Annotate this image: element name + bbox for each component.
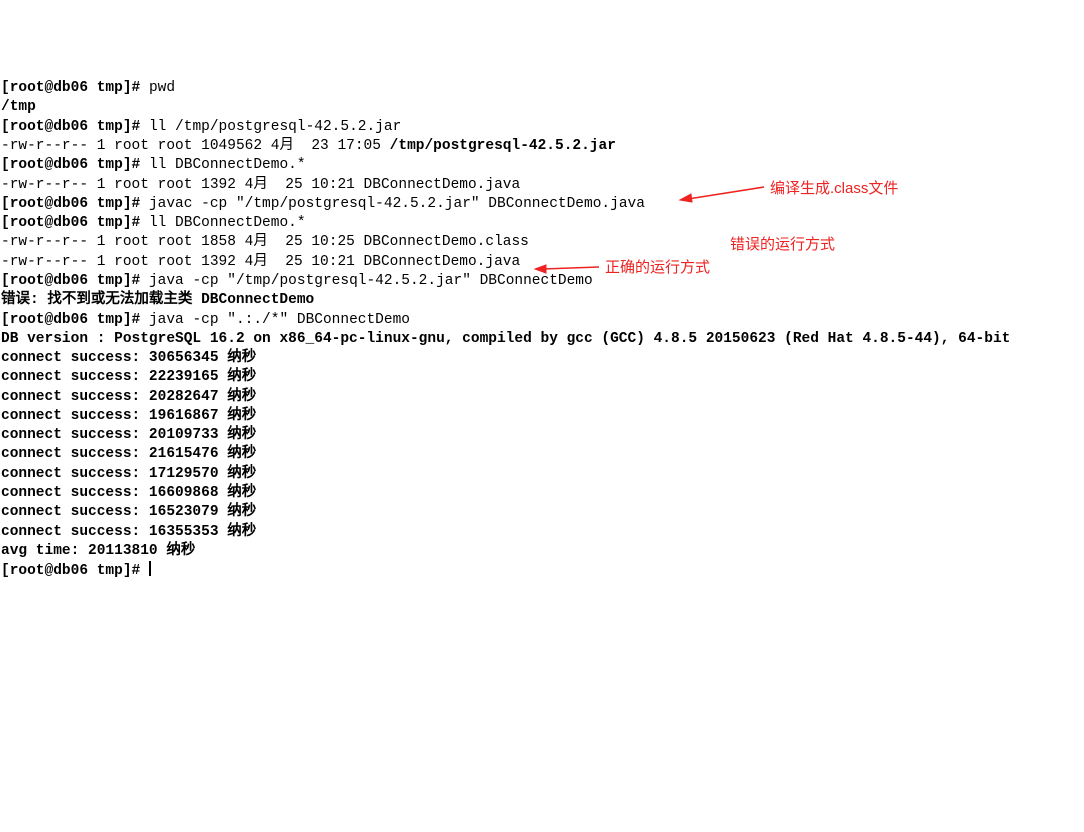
- prompt: [root@db06 tmp]#: [1, 273, 140, 289]
- output: connect success: 20282647 纳秒: [1, 389, 256, 405]
- output: connect success: 17129570 纳秒: [1, 466, 256, 482]
- prompt: [root@db06 tmp]#: [1, 157, 140, 173]
- prompt: [root@db06 tmp]#: [1, 312, 140, 328]
- cursor: [149, 561, 151, 576]
- output: avg time: 20113810 纳秒: [1, 543, 195, 559]
- cmd: pwd: [149, 80, 175, 96]
- prompt: [root@db06 tmp]#: [1, 80, 140, 96]
- cmd: java -cp ".:./*" DBConnectDemo: [149, 312, 410, 328]
- annotation-wrong: 错误的运行方式: [730, 235, 835, 255]
- output: connect success: 21615476 纳秒: [1, 446, 256, 462]
- output: -rw-r--r-- 1 root root 1049562 4月 23 17:…: [1, 138, 616, 154]
- output: -rw-r--r-- 1 root root 1392 4月 25 10:21 …: [1, 177, 520, 193]
- cmd: ll DBConnectDemo.*: [149, 215, 306, 231]
- prompt: [root@db06 tmp]#: [1, 119, 140, 135]
- prompt: [root@db06 tmp]#: [1, 215, 140, 231]
- arrow-icon: [680, 183, 770, 201]
- output: DB version : PostgreSQL 16.2 on x86_64-p…: [1, 331, 1010, 347]
- output: connect success: 30656345 纳秒: [1, 350, 256, 366]
- annotation-compile: 编译生成.class文件: [770, 179, 898, 199]
- cmd: ll DBConnectDemo.*: [149, 157, 306, 173]
- output: connect success: 16355353 纳秒: [1, 524, 256, 540]
- output: connect success: 19616867 纳秒: [1, 408, 256, 424]
- annotation-right: 正确的运行方式: [605, 258, 710, 278]
- terminal[interactable]: [root@db06 tmp]# pwd /tmp [root@db06 tmp…: [1, 79, 1083, 581]
- output-error: 错误: 找不到或无法加载主类 DBConnectDemo: [1, 292, 314, 308]
- output: connect success: 22239165 纳秒: [1, 369, 256, 385]
- output: connect success: 16523079 纳秒: [1, 504, 256, 520]
- arrow-icon: [535, 261, 605, 275]
- cmd: java -cp "/tmp/postgresql-42.5.2.jar" DB…: [149, 273, 593, 289]
- cmd: javac -cp "/tmp/postgresql-42.5.2.jar" D…: [149, 196, 645, 212]
- cmd: ll /tmp/postgresql-42.5.2.jar: [149, 119, 401, 135]
- prompt: [root@db06 tmp]#: [1, 196, 140, 212]
- output: connect success: 20109733 纳秒: [1, 427, 256, 443]
- prompt: [root@db06 tmp]#: [1, 563, 140, 579]
- output: -rw-r--r-- 1 root root 1858 4月 25 10:25 …: [1, 234, 529, 250]
- output: -rw-r--r-- 1 root root 1392 4月 25 10:21 …: [1, 254, 520, 270]
- output: /tmp: [1, 99, 36, 115]
- output: connect success: 16609868 纳秒: [1, 485, 256, 501]
